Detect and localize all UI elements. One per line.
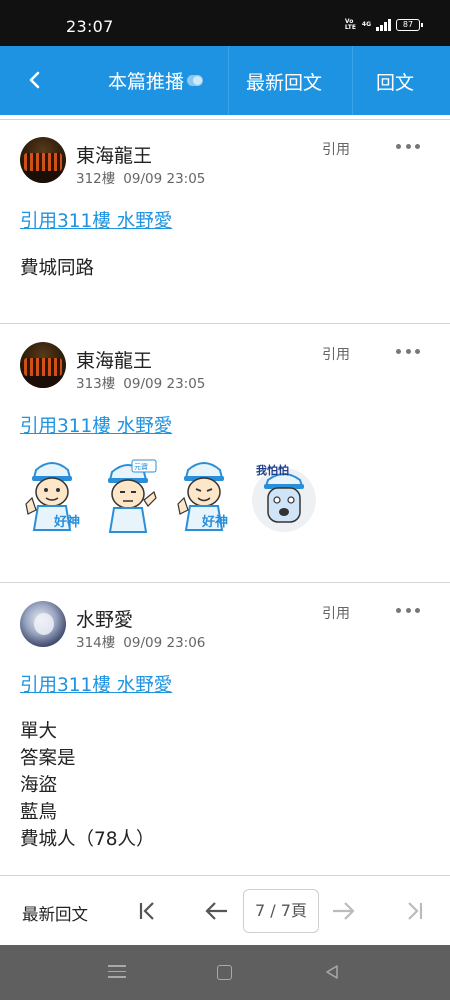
- home-button[interactable]: [217, 965, 232, 980]
- push-notification-button[interactable]: 本篇推播: [108, 68, 204, 93]
- floor-info: 314樓 09/09 23:06: [76, 631, 205, 651]
- latest-replies-button[interactable]: 最新回文: [246, 68, 322, 95]
- floor-info: 313樓 09/09 23:05: [76, 372, 205, 392]
- post-body-line: 答案是: [20, 748, 76, 769]
- page-indicator[interactable]: 7 / 7頁: [243, 889, 319, 933]
- post-313: 東海龍王 313樓 09/09 23:05 引用 引用311樓 水野愛 好神 元…: [0, 324, 450, 582]
- previous-page-button[interactable]: [202, 897, 230, 925]
- chevron-left-icon: [29, 71, 40, 89]
- author-name[interactable]: 水野愛: [76, 605, 133, 632]
- post-time: 09/09 23:05: [123, 376, 206, 392]
- thumbs-up-boy-sticker[interactable]: 好神: [18, 454, 86, 536]
- more-options-button[interactable]: [396, 344, 420, 358]
- thumbs-up-boy-sticker[interactable]: 好神: [170, 454, 238, 536]
- last-page-button[interactable]: [400, 897, 428, 925]
- arrow-right-icon: [333, 902, 355, 920]
- post-314: 水野愛 314樓 09/09 23:06 引用 引用311樓 水野愛 單大 答案是…: [0, 583, 450, 875]
- app-bar: 本篇推播 最新回文 回文: [0, 46, 450, 115]
- post-body-line: 藍鳥: [20, 802, 58, 823]
- more-options-button[interactable]: [396, 603, 420, 617]
- sticker-text: 我怕怕: [256, 463, 289, 477]
- status-icons: Vo LTE 4G 87: [344, 18, 423, 32]
- network-type-icon: 4G: [361, 21, 371, 28]
- quote-button[interactable]: 引用: [322, 139, 350, 159]
- quote-reference-link[interactable]: 引用311樓 水野愛: [20, 207, 172, 233]
- volte-icon: Vo LTE: [344, 18, 356, 31]
- sticker-text: 元寶: [134, 462, 148, 471]
- quote-button[interactable]: 引用: [322, 344, 350, 364]
- first-page-button[interactable]: [134, 897, 162, 925]
- author-name[interactable]: 東海龍王: [76, 141, 152, 168]
- push-notification-label: 本篇推播: [108, 70, 185, 93]
- salute-boy-sticker[interactable]: 元寶: [94, 454, 162, 536]
- app-bar-divider: [352, 46, 353, 115]
- post-time: 09/09 23:05: [123, 171, 206, 187]
- battery-icon: 87: [396, 19, 423, 31]
- avatar[interactable]: [20, 137, 66, 183]
- app-bar-divider: [228, 46, 229, 115]
- floor-info: 312樓 09/09 23:05: [76, 167, 205, 187]
- post-body-line: 費城人（78人）: [20, 829, 155, 850]
- quote-reference-link[interactable]: 引用311樓 水野愛: [20, 412, 172, 438]
- sticker-row: 好神 元寶 好神 我怕怕: [18, 454, 316, 536]
- floor-number: 313樓: [76, 376, 116, 392]
- system-back-button[interactable]: [324, 964, 340, 980]
- triangle-back-icon: [326, 965, 338, 979]
- post-body-line: 海盜: [20, 775, 58, 796]
- post-time: 09/09 23:06: [123, 635, 206, 651]
- system-navigation-bar: [0, 945, 450, 1000]
- avatar[interactable]: [20, 601, 66, 647]
- author-name[interactable]: 東海龍王: [76, 346, 152, 373]
- latest-replies-button[interactable]: 最新回文: [22, 901, 88, 925]
- quote-reference-link[interactable]: 引用311樓 水野愛: [20, 671, 172, 697]
- scared-boy-sticker[interactable]: 我怕怕: [246, 454, 316, 536]
- status-bar: 23:07 Vo LTE 4G 87: [0, 0, 450, 46]
- recent-apps-button[interactable]: [108, 965, 126, 979]
- post-body: 單大 答案是 海盜 藍鳥 費城人（78人）: [20, 718, 155, 853]
- arrow-left-icon: [205, 902, 227, 920]
- avatar[interactable]: [20, 342, 66, 388]
- more-options-button[interactable]: [396, 139, 420, 153]
- floor-number: 314樓: [76, 635, 116, 651]
- post-body-line: 費城同路: [20, 258, 95, 279]
- quote-button[interactable]: 引用: [322, 603, 350, 623]
- toggle-icon: [187, 74, 204, 86]
- status-time: 23:07: [66, 17, 114, 36]
- bottom-toolbar: 最新回文 7 / 7頁: [0, 875, 450, 945]
- next-page-button[interactable]: [330, 897, 358, 925]
- sticker-text: 好神: [53, 514, 80, 530]
- post-body-line: 單大: [20, 721, 58, 742]
- floor-number: 312樓: [76, 171, 116, 187]
- first-page-icon: [139, 902, 154, 920]
- sticker-text: 好神: [201, 514, 228, 530]
- signal-icon: [376, 19, 391, 31]
- last-page-icon: [408, 902, 423, 920]
- post-body: 費城同路: [20, 255, 94, 282]
- post-312: 東海龍王 312樓 09/09 23:05 引用 引用311樓 水野愛 費城同路: [0, 119, 450, 324]
- back-button[interactable]: [14, 62, 54, 98]
- reply-button[interactable]: 回文: [376, 68, 414, 95]
